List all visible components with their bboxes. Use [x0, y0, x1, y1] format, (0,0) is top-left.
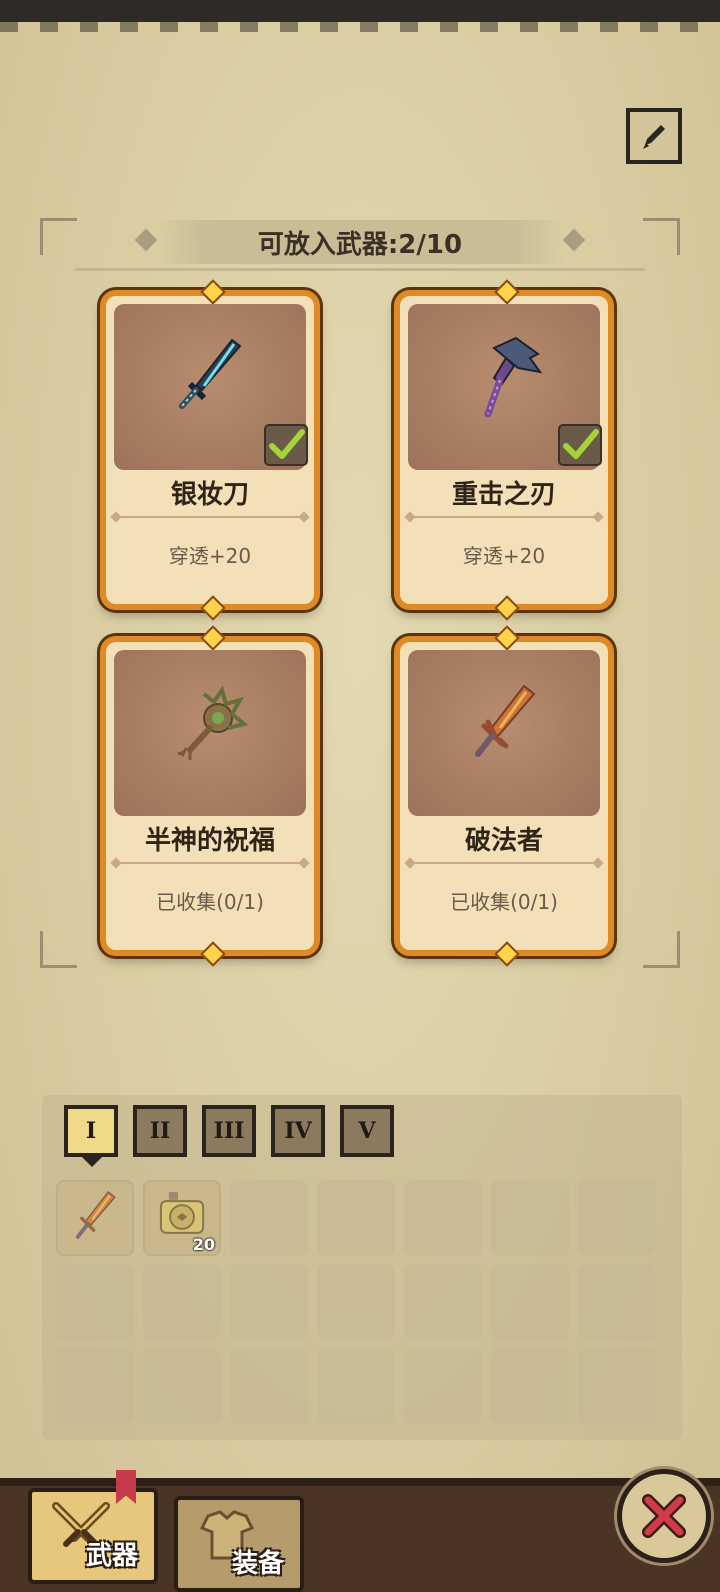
inventory-slot[interactable]	[143, 1264, 221, 1340]
card-divider	[114, 862, 306, 864]
weapon-info: 已收集(0/1)	[156, 890, 264, 914]
weapon-info: 已收集(0/1)	[450, 890, 558, 914]
card-divider	[408, 516, 600, 518]
weapon-card-art	[408, 650, 600, 816]
weapon-name: 重击之刃	[451, 480, 556, 510]
equipment-tab-label: 装备	[231, 1549, 284, 1579]
weapon-tab-label: 武器	[85, 1541, 138, 1571]
weapon-card[interactable]: 重击之刃 穿透+20	[394, 279, 614, 621]
tier-tab-2[interactable]: II	[133, 1105, 187, 1157]
sword-flame-icon	[475, 684, 536, 757]
inventory-slot[interactable]	[317, 1348, 395, 1424]
inventory-slot[interactable]	[578, 1180, 656, 1256]
torn-top-edge	[0, 0, 720, 32]
inventory-slot[interactable]	[404, 1180, 482, 1256]
inventory-slot[interactable]	[491, 1348, 569, 1424]
tier-tab-4[interactable]: IV	[271, 1105, 325, 1157]
card-divider	[114, 516, 306, 518]
weapon-info: 穿透+20	[462, 544, 546, 568]
weapon-name: 银妆刀	[170, 480, 249, 510]
inventory-slot[interactable]	[317, 1180, 395, 1256]
tier-tab-1[interactable]: I	[64, 1105, 118, 1157]
weapon-name: 破法者	[464, 826, 543, 856]
sword-flame-icon	[75, 1190, 116, 1239]
inventory-slot[interactable]	[491, 1264, 569, 1340]
pen-icon	[643, 125, 665, 149]
weapon-card[interactable]: 破法者 已收集(0/1)	[394, 625, 614, 967]
card-divider	[408, 862, 600, 864]
weapon-name: 半神的祝福	[144, 826, 275, 856]
inventory-slot[interactable]	[56, 1348, 134, 1424]
inventory-slot[interactable]	[578, 1264, 656, 1340]
inventory-slot[interactable]	[56, 1180, 134, 1256]
weapon-card[interactable]: 银妆刀 穿透+20	[100, 279, 320, 621]
tier-tab-5[interactable]: V	[340, 1105, 394, 1157]
mace-green-icon	[177, 685, 249, 760]
inventory-slot[interactable]	[230, 1180, 308, 1256]
inventory-slot[interactable]	[56, 1264, 134, 1340]
active-tab-pointer	[82, 1157, 102, 1167]
title-divider	[75, 268, 645, 271]
selected-check-icon	[266, 426, 306, 464]
inventory-slot[interactable]	[404, 1348, 482, 1424]
inventory-slot[interactable]	[230, 1348, 308, 1424]
inventory-slot[interactable]	[491, 1180, 569, 1256]
weapon-card-art	[114, 650, 306, 816]
inventory-slot[interactable]	[230, 1264, 308, 1340]
weapon-info: 穿透+20	[168, 544, 252, 568]
inventory-slot[interactable]	[578, 1348, 656, 1424]
item-quantity: 20	[192, 1235, 215, 1254]
edit-button[interactable]	[626, 108, 682, 164]
inventory-slot[interactable]	[143, 1348, 221, 1424]
selected-check-icon	[560, 426, 600, 464]
tier-tab-3[interactable]: III	[202, 1105, 256, 1157]
axe-purple-icon	[484, 336, 543, 418]
close-button[interactable]	[622, 1474, 706, 1558]
inventory-slot[interactable]	[404, 1264, 482, 1340]
weapon-card[interactable]: 半神的祝福 已收集(0/1)	[100, 625, 320, 967]
close-icon	[642, 1494, 686, 1538]
inventory-slot[interactable]	[317, 1264, 395, 1340]
collection-title: 可放入武器:2/10	[155, 220, 565, 264]
inventory-slot[interactable]: 20	[143, 1180, 221, 1256]
weapon-tab[interactable]: 武器	[28, 1488, 158, 1584]
equipment-tab[interactable]: 装备	[174, 1496, 304, 1592]
sword-blue-icon	[179, 338, 242, 409]
